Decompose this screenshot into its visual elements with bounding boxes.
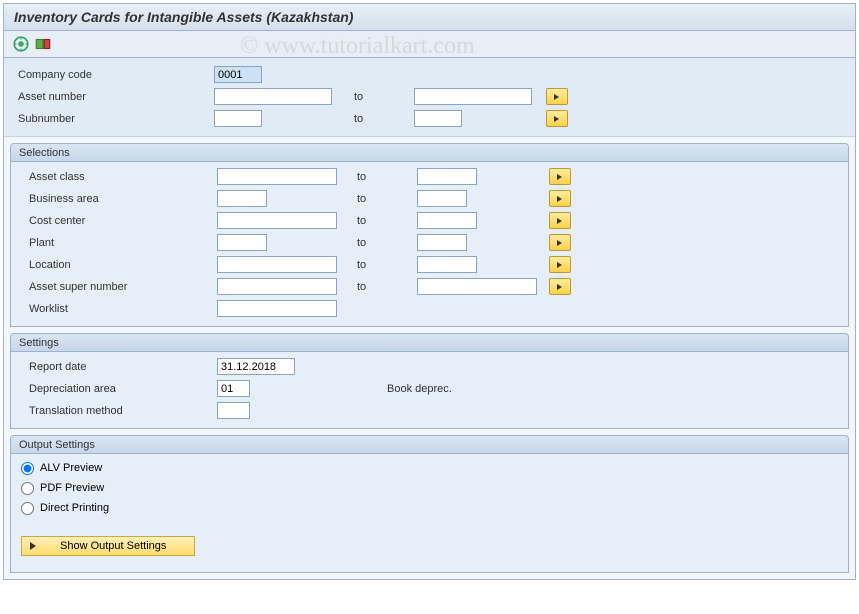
- subnumber-label: Subnumber: [14, 113, 214, 125]
- triangle-right-icon: [30, 542, 36, 550]
- asset-number-from-input[interactable]: [214, 88, 332, 105]
- direct-printing-label: Direct Printing: [40, 502, 109, 514]
- business-area-label: Business area: [17, 193, 217, 205]
- plant-label: Plant: [17, 237, 217, 249]
- to-label: to: [357, 237, 417, 249]
- settings-title: Settings: [11, 334, 848, 352]
- page-title: Inventory Cards for Intangible Assets (K…: [4, 4, 855, 31]
- depr-area-label: Depreciation area: [17, 383, 217, 395]
- cost-center-to-input[interactable]: [417, 212, 477, 229]
- asset-class-label: Asset class: [17, 171, 217, 183]
- selections-title: Selections: [11, 144, 848, 162]
- asset-class-from-input[interactable]: [217, 168, 337, 185]
- asset-number-multi-button[interactable]: [546, 88, 568, 105]
- to-label: to: [354, 91, 414, 103]
- trans-method-label: Translation method: [17, 405, 217, 417]
- variant-icon[interactable]: [34, 35, 52, 53]
- worklist-label: Worklist: [17, 303, 217, 315]
- pdf-preview-label: PDF Preview: [40, 482, 104, 494]
- location-label: Location: [17, 259, 217, 271]
- show-output-label: Show Output Settings: [60, 540, 166, 552]
- report-date-input[interactable]: [217, 358, 295, 375]
- company-code-label: Company code: [14, 69, 214, 81]
- selections-group: Selections Asset class to Business area …: [10, 143, 849, 327]
- worklist-from-input[interactable]: [217, 300, 337, 317]
- asset-super-number-to-input[interactable]: [417, 278, 537, 295]
- plant-from-input[interactable]: [217, 234, 267, 251]
- alv-preview-radio[interactable]: [21, 462, 34, 475]
- asset-number-label: Asset number: [14, 91, 214, 103]
- plant-to-input[interactable]: [417, 234, 467, 251]
- asset-class-multi-button[interactable]: [549, 168, 571, 185]
- depr-area-input[interactable]: [217, 380, 250, 397]
- asset-super-number-multi-button[interactable]: [549, 278, 571, 295]
- show-output-settings-button[interactable]: Show Output Settings: [21, 536, 195, 556]
- to-label: to: [357, 215, 417, 227]
- asset-class-to-input[interactable]: [417, 168, 477, 185]
- business-area-to-input[interactable]: [417, 190, 467, 207]
- location-from-input[interactable]: [217, 256, 337, 273]
- direct-printing-radio[interactable]: [21, 502, 34, 515]
- pdf-preview-radio[interactable]: [21, 482, 34, 495]
- business-area-from-input[interactable]: [217, 190, 267, 207]
- asset-super-number-from-input[interactable]: [217, 278, 337, 295]
- execute-icon[interactable]: [12, 35, 30, 53]
- location-to-input[interactable]: [417, 256, 477, 273]
- subnumber-to-input[interactable]: [414, 110, 462, 127]
- top-section: Company code Asset number to Subnumber t…: [4, 58, 855, 137]
- to-label: to: [357, 171, 417, 183]
- to-label: to: [354, 113, 414, 125]
- main-window: Inventory Cards for Intangible Assets (K…: [3, 3, 856, 580]
- trans-method-input[interactable]: [217, 402, 250, 419]
- asset-number-to-input[interactable]: [414, 88, 532, 105]
- plant-multi-button[interactable]: [549, 234, 571, 251]
- to-label: to: [357, 193, 417, 205]
- subnumber-multi-button[interactable]: [546, 110, 568, 127]
- cost-center-multi-button[interactable]: [549, 212, 571, 229]
- depr-area-text: Book deprec.: [357, 383, 452, 395]
- company-code-input[interactable]: [214, 66, 262, 83]
- content-area: Company code Asset number to Subnumber t…: [4, 58, 855, 573]
- asset-super-number-label: Asset super number: [17, 281, 217, 293]
- settings-group: Settings Report date Depreciation area B…: [10, 333, 849, 429]
- toolbar: [4, 31, 855, 58]
- cost-center-from-input[interactable]: [217, 212, 337, 229]
- output-title: Output Settings: [11, 436, 848, 454]
- to-label: to: [357, 281, 417, 293]
- location-multi-button[interactable]: [549, 256, 571, 273]
- report-date-label: Report date: [17, 361, 217, 373]
- alv-preview-label: ALV Preview: [40, 462, 102, 474]
- subnumber-from-input[interactable]: [214, 110, 262, 127]
- cost-center-label: Cost center: [17, 215, 217, 227]
- to-label: to: [357, 259, 417, 271]
- output-group: Output Settings ALV Preview PDF Preview …: [10, 435, 849, 573]
- business-area-multi-button[interactable]: [549, 190, 571, 207]
